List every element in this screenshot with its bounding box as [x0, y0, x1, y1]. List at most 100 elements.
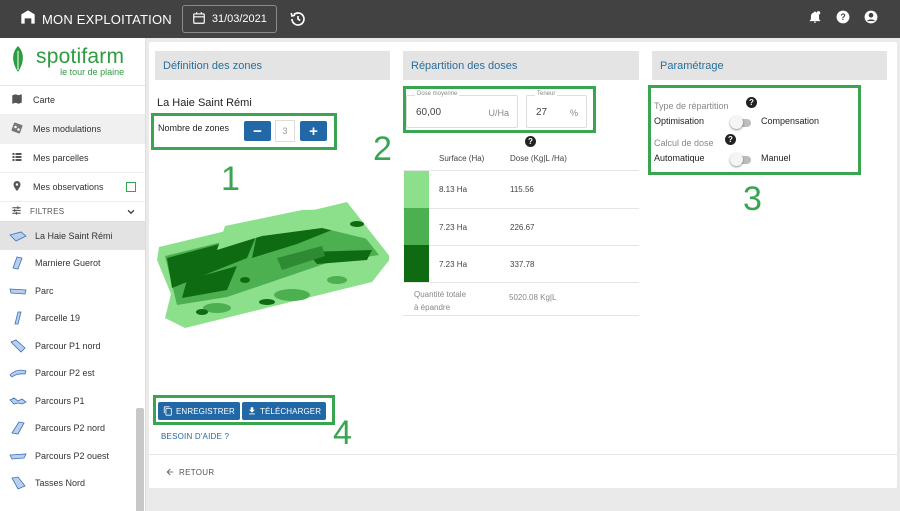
average-dose-unit: U/Ha — [488, 108, 509, 118]
zone-surface-cell: 7.23 Ha — [439, 260, 468, 269]
table-divider — [403, 208, 639, 209]
sidebar-scrollbar[interactable] — [136, 408, 144, 511]
farm-icon — [20, 9, 36, 30]
total-quantity-label: Quantité totale à épandre — [414, 288, 466, 314]
sidebar-item-label: Mes parcelles — [33, 153, 89, 163]
table-divider — [403, 282, 639, 283]
modulation-icon — [11, 122, 33, 136]
brand-tagline: le tour de plaine — [60, 67, 125, 77]
distribution-toggle[interactable] — [730, 116, 751, 129]
parcel-label: Parcours P1 — [35, 395, 85, 406]
distribution-type-label: Type de répartition — [654, 101, 729, 111]
notification-icon[interactable] — [808, 10, 822, 29]
modulation-card: Définition des zones La Haie Saint Rémi … — [149, 42, 897, 488]
parcel-shape-icon — [9, 397, 27, 405]
settings-panel-header: Paramétrage — [652, 51, 887, 80]
dose-calc-left-option: Automatique — [654, 153, 705, 163]
app-title: MON EXPLOITATION — [42, 11, 172, 27]
zone-color-swatch — [404, 171, 429, 208]
download-icon — [249, 407, 255, 415]
parcel-title: La Haie Saint Rémi — [157, 97, 252, 109]
parcel-label: Marniere Guerot — [35, 258, 101, 269]
annotation-number-4: 4 — [333, 414, 352, 452]
doses-panel-header: Répartition des doses — [403, 51, 639, 80]
content-field[interactable]: Teneur 27 % — [526, 91, 587, 128]
help-link[interactable]: BESOIN D'AIDE ? — [161, 432, 229, 441]
help-question-icon[interactable]: ? — [525, 136, 536, 147]
parcel-label: Parcours P2 nord — [35, 423, 106, 434]
sidebar-item-mes-modulations[interactable]: Mes modulations — [0, 115, 145, 144]
parcel-label: Tasses Nord — [35, 478, 86, 489]
sidebar-item-carte[interactable]: Carte — [0, 86, 145, 115]
account-icon[interactable] — [864, 10, 878, 29]
zones-count-input[interactable]: 3 — [275, 120, 295, 142]
parcel-item[interactable]: Marniere Guerot — [0, 250, 145, 278]
content-value: 27 — [536, 107, 548, 118]
help-icon[interactable]: ? — [836, 10, 850, 29]
svg-text:?: ? — [840, 11, 845, 21]
back-button[interactable]: RETOUR — [165, 467, 214, 477]
download-button[interactable]: TÉLÉCHARGER — [242, 402, 327, 420]
parcel-shape-icon — [10, 339, 26, 353]
parcel-label: Parcelle 19 — [35, 313, 81, 324]
parcel-label: La Haie Saint Rémi — [35, 230, 113, 241]
content-label: Teneur — [535, 91, 558, 97]
parcel-item[interactable]: Tasses Nord — [0, 470, 145, 498]
table-divider — [403, 170, 639, 171]
parcel-item[interactable]: La Haie Saint Rémi — [0, 222, 145, 250]
parcel-item[interactable]: Parc — [0, 277, 145, 305]
filter-sliders-icon — [11, 205, 30, 218]
save-button-label: ENREGISTRER — [176, 406, 235, 416]
dose-calc-right-option: Manuel — [761, 153, 791, 163]
dose-calculation-toggle[interactable] — [730, 153, 751, 166]
save-button[interactable]: ENREGISTRER — [158, 402, 240, 420]
leaf-logo-icon — [10, 45, 26, 78]
parcel-item[interactable]: Parcours P1 — [0, 387, 145, 415]
sidebar-item-mes-parcelles[interactable]: Mes parcelles — [0, 144, 145, 173]
location-pin-icon — [11, 180, 33, 194]
list-icon — [11, 151, 33, 165]
map-icon — [11, 93, 33, 107]
zone-color-swatch — [404, 245, 429, 282]
filters-toggle[interactable]: FILTRES — [0, 202, 145, 222]
parcel-zone-map[interactable] — [157, 200, 389, 330]
history-icon[interactable] — [289, 10, 307, 28]
average-dose-label: Dose moyenne — [415, 91, 460, 97]
zone-dose-cell: 115.56 — [510, 185, 534, 194]
parcel-item[interactable]: Parcour P1 nord — [0, 332, 145, 360]
dose-column-header: Dose (Kg|L /Ha) — [510, 154, 567, 163]
parcel-shape-icon — [14, 311, 22, 325]
annotation-number-3: 3 — [743, 180, 762, 218]
observations-checkbox[interactable] — [126, 182, 136, 192]
sidebar-item-label: Mes observations — [33, 182, 104, 192]
total-quantity-label-line1: Quantité totale — [414, 290, 467, 299]
parcel-shape-icon — [9, 288, 27, 295]
parcel-item[interactable]: Parcours P2 ouest — [0, 442, 145, 470]
help-question-icon[interactable]: ? — [746, 97, 757, 108]
total-quantity-value: 5020.08 Kg|L — [509, 293, 557, 302]
parcel-item[interactable]: Parcour P2 est — [0, 360, 145, 388]
toggle-knob — [730, 153, 743, 166]
zones-panel-header: Définition des zones — [155, 51, 390, 80]
table-divider — [403, 315, 639, 316]
chevron-down-icon — [127, 209, 135, 215]
distribution-left-option: Optimisation — [654, 116, 705, 126]
farm-home-link[interactable]: MON EXPLOITATION — [20, 9, 172, 30]
spotifarm-logo: spotifarm le tour de plaine — [0, 38, 145, 86]
help-question-icon[interactable]: ? — [725, 134, 736, 145]
parcel-label: Parcours P2 ouest — [35, 450, 110, 461]
back-button-label: RETOUR — [179, 467, 215, 477]
parcel-item[interactable]: Parcours P2 nord — [0, 415, 145, 443]
parcel-label: Parcour P1 nord — [35, 340, 101, 351]
decrease-zones-button[interactable]: − — [244, 121, 271, 141]
parcel-shape-icon — [11, 421, 25, 435]
sidebar-item-mes-observations[interactable]: Mes observations — [0, 173, 145, 202]
date-picker-button[interactable]: 31/03/2021 — [181, 5, 277, 33]
increase-zones-button[interactable]: + — [300, 121, 327, 141]
sidebar-item-label: Mes modulations — [33, 124, 102, 134]
parcel-item[interactable]: Parcelle 19 — [0, 305, 145, 333]
zone-color-swatch — [404, 208, 429, 245]
average-dose-field[interactable]: Dose moyenne 60,00 U/Ha — [406, 91, 518, 128]
zone-dose-cell: 226.67 — [510, 223, 535, 232]
sidebar-item-label: Carte — [33, 95, 56, 105]
